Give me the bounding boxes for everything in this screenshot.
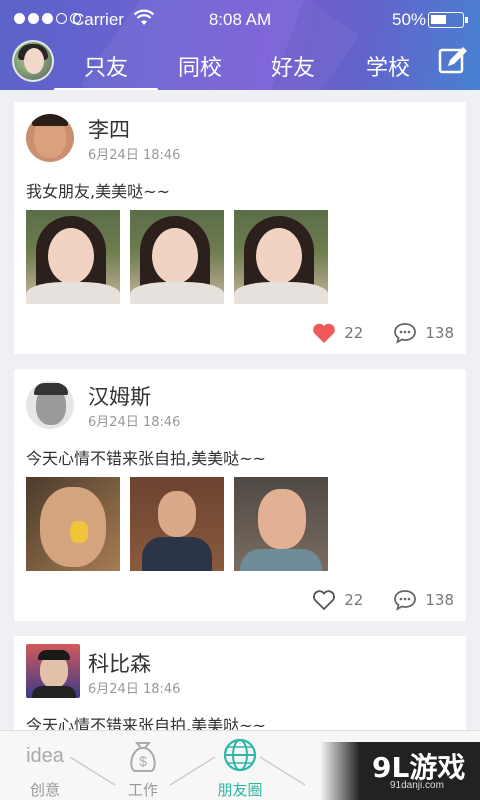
post-text: 我女朋友,美美哒~~ [26,182,170,201]
idea-icon: idea [26,745,64,767]
post-author[interactable]: 科比森 [88,648,151,678]
watermark-url: 91danji.com [390,780,444,791]
post-photo[interactable] [130,210,224,304]
tab-tongxiao[interactable]: 同校 [160,50,240,82]
feed-list[interactable]: 李四 6月24日 18:46 我女朋友,美美哒~~ 22 138 汉姆斯 6月2… [0,90,480,730]
status-bar: Carrier 8:08 AM 50% [0,0,480,40]
svg-text:$: $ [139,753,147,769]
post-text: 今天心情不错来张自拍,美美哒~~ [26,449,266,468]
post-photo[interactable] [234,210,328,304]
post-text: 今天心情不错来张自拍,美美哒~~ [26,716,266,730]
top-nav: 只友 同校 好友 学校 [0,40,480,90]
post-card: 李四 6月24日 18:46 我女朋友,美美哒~~ 22 138 [14,102,466,354]
comment-icon[interactable] [393,589,417,611]
post-time: 6月24日 18:46 [88,415,181,430]
user-avatar[interactable] [26,381,74,429]
like-count: 22 [344,591,364,609]
comment-count: 138 [425,324,454,342]
compose-icon[interactable] [438,46,468,76]
photo-grid [26,477,328,571]
heart-outline-icon[interactable] [312,589,336,611]
post-card: 汉姆斯 6月24日 18:46 今天心情不错来张自拍,美美哒~~ 22 138 [14,369,466,621]
comment-count: 138 [425,591,454,609]
user-avatar[interactable] [26,114,74,162]
post-card: 科比森 6月24日 18:46 今天心情不错来张自拍,美美哒~~ [14,636,466,730]
comment-icon[interactable] [393,322,417,344]
tab-xuexiao[interactable]: 学校 [348,50,428,82]
header-bar: Carrier 8:08 AM 50% 只友 同校 好友 学校 [0,0,480,90]
battery-percent: 50% [392,10,427,29]
photo-grid [26,210,328,304]
tab-work-label: 工作 [127,781,158,799]
user-avatar[interactable] [26,644,80,698]
battery-icon [428,12,468,28]
tab-haoyou[interactable]: 好友 [253,50,333,82]
post-author[interactable]: 汉姆斯 [88,381,151,411]
tab-work[interactable]: $ 工作 [108,737,178,799]
post-photo[interactable] [26,210,120,304]
money-bag-icon: $ [130,742,156,772]
my-avatar[interactable] [12,40,54,82]
post-actions: 22 138 [312,322,454,344]
like-count: 22 [344,324,364,342]
tab-zhiyou[interactable]: 只友 [54,50,158,90]
post-photo[interactable] [234,477,328,571]
globe-icon [223,738,257,772]
post-author[interactable]: 李四 [88,114,130,144]
tab-idea[interactable]: idea 创意 [10,737,80,799]
post-photo[interactable] [130,477,224,571]
post-photo[interactable] [26,477,120,571]
tab-idea-label: 创意 [29,781,60,799]
post-time: 6月24日 18:46 [88,682,181,697]
tab-moments-label: 朋友圈 [217,781,263,799]
post-actions: 22 138 [312,589,454,611]
heart-filled-icon[interactable] [312,322,336,344]
post-time: 6月24日 18:46 [88,148,181,163]
tab-moments[interactable]: 朋友圈 [205,737,275,799]
